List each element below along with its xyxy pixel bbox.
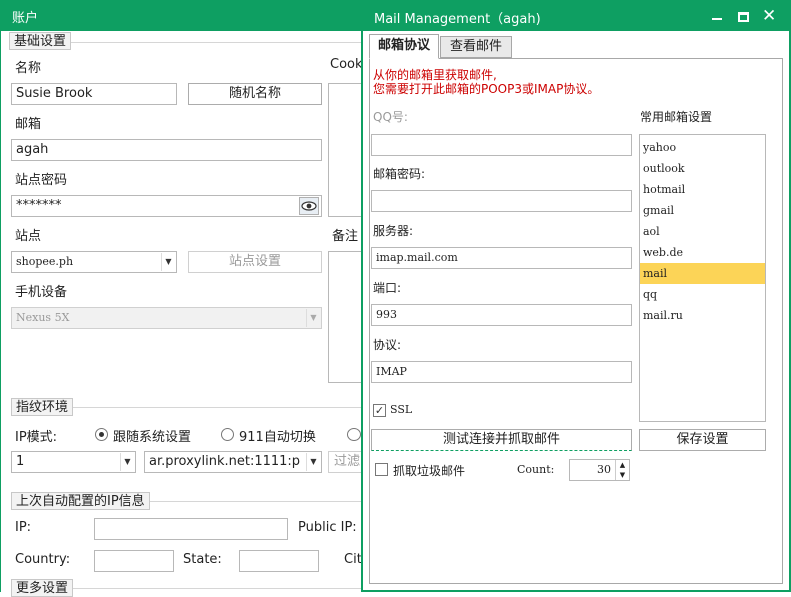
ip-mode-follow-radio[interactable] — [95, 428, 108, 441]
public-ip-label: Public IP: — [298, 520, 357, 535]
site-select[interactable]: shopee.ph ▼ — [11, 251, 177, 273]
site-label: 站点 — [15, 229, 42, 244]
notes-textarea[interactable] — [328, 251, 362, 383]
email-input[interactable]: agah — [11, 139, 322, 161]
site-password-input[interactable]: ******* — [11, 195, 322, 217]
ip-label: IP: — [15, 520, 32, 535]
chevron-down-icon: ▼ — [306, 309, 320, 327]
show-password-eye-icon[interactable] — [299, 197, 319, 215]
ip-mode-follow-label[interactable]: 跟随系统设置 — [113, 426, 191, 445]
provider-list-item[interactable]: gmail — [640, 200, 765, 221]
notes-label: 备注 — [332, 229, 359, 244]
port-input[interactable]: 993 — [371, 304, 632, 326]
server-label: 服务器: — [373, 224, 414, 238]
chevron-down-icon: ▼ — [306, 453, 320, 471]
ip-mode-third-radio[interactable] — [347, 428, 361, 441]
junk-checkbox[interactable] — [375, 463, 388, 476]
mail-management-window: Mail Management（agah) ✕ 邮箱协议 查看邮件 从你的邮箱里… — [361, 0, 791, 592]
proxy-index-value: 1 — [16, 454, 25, 469]
tab-mail-protocol[interactable]: 邮箱协议 — [369, 34, 439, 59]
name-label: 名称 — [15, 61, 42, 76]
state-label: State: — [183, 552, 222, 567]
random-name-button[interactable]: 随机名称 — [188, 83, 322, 105]
email-label: 邮箱 — [15, 117, 42, 132]
protocol-input[interactable]: IMAP — [371, 361, 632, 383]
provider-list-item[interactable]: aol — [640, 221, 765, 242]
count-up-icon[interactable]: ▲ — [615, 460, 629, 470]
country-input[interactable] — [94, 550, 174, 572]
ssl-label[interactable]: SSL — [390, 403, 412, 416]
save-settings-button[interactable]: 保存设置 — [639, 429, 766, 451]
ip-input[interactable] — [94, 518, 288, 540]
device-label: 手机设备 — [15, 285, 68, 300]
ip-mode-label: IP模式: — [15, 430, 58, 445]
site-password-label: 站点密码 — [15, 173, 68, 188]
proxy-address-value: ar.proxylink.net:1111:p — [149, 454, 301, 469]
junk-label[interactable]: 抓取垃圾邮件 — [393, 462, 465, 479]
mail-window-title: Mail Management（agah) — [374, 12, 541, 27]
provider-list-item[interactable]: outlook — [640, 158, 765, 179]
device-select-value: Nexus 5X — [16, 311, 70, 324]
password-input[interactable] — [371, 190, 632, 212]
provider-list-item[interactable]: mail — [640, 263, 765, 284]
password-label: 邮箱密码: — [373, 167, 426, 181]
city-label: Cit — [344, 552, 362, 567]
provider-list[interactable]: yahoo outlook hotmail gmail aol web.de mail qq m… — [639, 134, 766, 422]
notice-line-2: 您需要打开此邮箱的POOP3或IMAP协议。 — [373, 82, 600, 96]
account-window-title: 账户 — [12, 11, 39, 26]
server-input[interactable]: imap.mail.com — [371, 247, 632, 269]
cookie-textarea[interactable] — [328, 83, 362, 217]
proxy-index-select[interactable]: 1 ▼ — [11, 451, 136, 473]
more-settings-group-label: 更多设置 — [11, 579, 74, 597]
count-down-icon[interactable]: ▼ — [615, 470, 629, 480]
qq-input[interactable] — [371, 134, 632, 156]
qq-label: QQ号: — [373, 110, 408, 124]
country-label: Country: — [15, 552, 71, 567]
tab-view-mail[interactable]: 查看邮件 — [440, 36, 512, 58]
chevron-down-icon: ▼ — [161, 253, 175, 271]
provider-list-item[interactable]: hotmail — [640, 179, 765, 200]
provider-list-item[interactable]: yahoo — [640, 137, 765, 158]
basic-settings-group-label: 基础设置 — [9, 32, 72, 50]
port-label: 端口: — [373, 281, 402, 295]
count-label: Count: — [517, 463, 555, 476]
proxy-address-select[interactable]: ar.proxylink.net:1111:p ▼ — [144, 451, 322, 473]
provider-list-item[interactable]: qq — [640, 284, 765, 305]
provider-list-item[interactable]: mail.ru — [640, 305, 765, 326]
close-button[interactable]: ✕ — [762, 6, 776, 26]
protocol-label: 协议: — [373, 338, 402, 352]
name-input[interactable]: Susie Brook — [11, 83, 177, 105]
chevron-down-icon: ▼ — [120, 453, 134, 471]
site-select-value: shopee.ph — [16, 255, 74, 268]
maximize-button[interactable] — [738, 12, 749, 22]
site-settings-button[interactable]: 站点设置 — [188, 251, 322, 273]
cookie-label: Cook — [330, 57, 363, 72]
device-select[interactable]: Nexus 5X ▼ — [11, 307, 322, 329]
last-ip-group-label: 上次自动配置的IP信息 — [11, 492, 150, 510]
count-value: 30 — [597, 463, 611, 476]
ip-mode-911-radio[interactable] — [221, 428, 234, 441]
test-connection-button[interactable]: 测试连接并抓取邮件 — [371, 429, 632, 451]
state-input[interactable] — [239, 550, 319, 572]
provider-list-item[interactable]: web.de — [640, 242, 765, 263]
minimize-button[interactable] — [712, 18, 722, 20]
ip-mode-911-label[interactable]: 911自动切换 — [239, 426, 316, 445]
ssl-checkbox[interactable]: ✓ — [373, 404, 386, 417]
fingerprint-group-label: 指纹环境 — [11, 398, 74, 416]
common-settings-label: 常用邮箱设置 — [640, 110, 713, 124]
